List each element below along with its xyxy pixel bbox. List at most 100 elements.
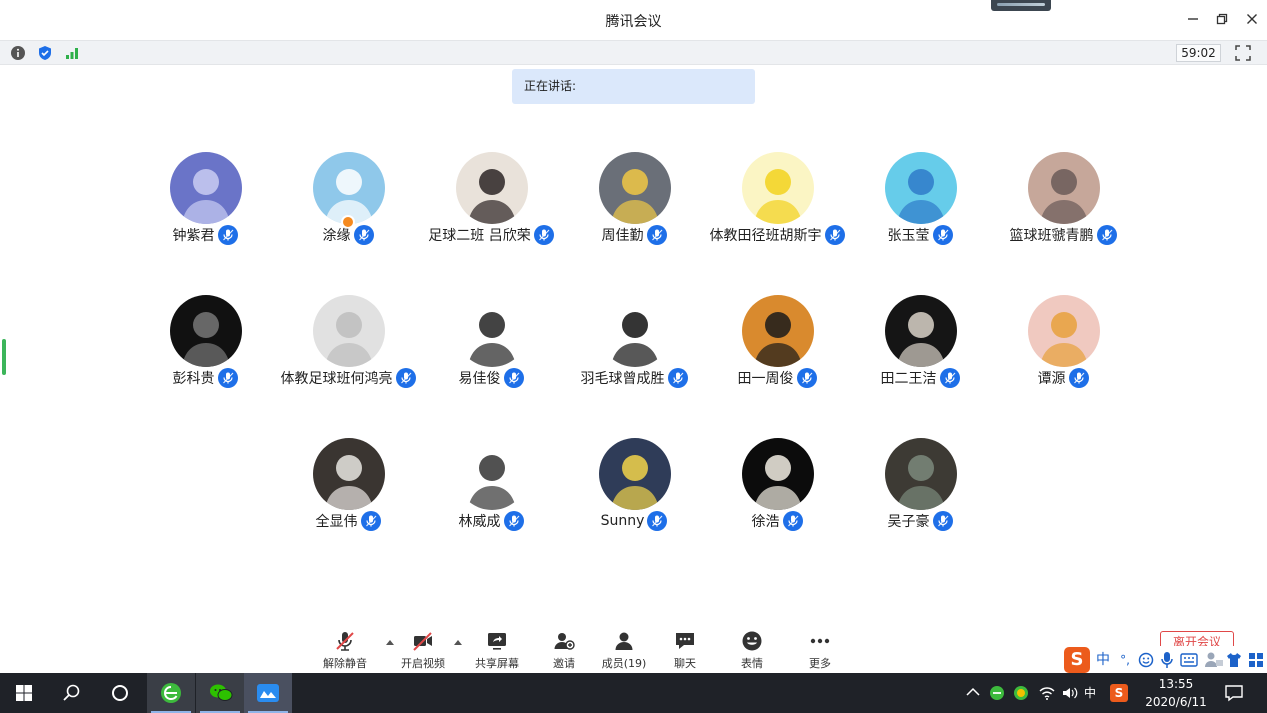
- participant-name-row: 篮球班虢青鹏: [988, 225, 1138, 245]
- participant-tile[interactable]: 篮球班虢青鹏: [988, 152, 1138, 252]
- ime-user-icon[interactable]: [1204, 651, 1224, 669]
- mic-status-icon: [353, 225, 374, 245]
- participant-tile[interactable]: 体教足球班何鸿亮: [273, 295, 423, 395]
- invite-label: 邀请: [553, 657, 575, 670]
- participant-tile[interactable]: 林威成: [416, 438, 566, 538]
- participant-tile[interactable]: 徐浩: [702, 438, 852, 538]
- start-video-label: 开启视频: [401, 657, 445, 670]
- mic-status-icon: [395, 368, 416, 388]
- tray-expand-chevron-icon[interactable]: [966, 687, 980, 697]
- side-panel-handle[interactable]: [2, 339, 6, 375]
- participant-tile[interactable]: 足球二班 吕欣荣: [416, 152, 566, 252]
- ime-toolbar: S 中 °,: [1062, 646, 1267, 674]
- participant-name: 涂缘: [322, 228, 351, 244]
- avatar: [599, 438, 671, 510]
- chat-button[interactable]: 聊天: [655, 625, 715, 673]
- avatar: [742, 152, 814, 224]
- participant-tile[interactable]: 张玉莹: [845, 152, 995, 252]
- title-bar: 腾讯会议: [0, 0, 1267, 40]
- wifi-icon[interactable]: [1038, 685, 1056, 701]
- fullscreen-icon[interactable]: [1235, 45, 1251, 61]
- avatar: [885, 295, 957, 367]
- participant-name-row: Sunny: [559, 511, 709, 531]
- participant-name-row: 吴子豪: [845, 511, 995, 531]
- windows-logo-icon: [16, 685, 32, 701]
- mic-status-icon: [939, 368, 960, 388]
- emoji-button[interactable]: 表情: [722, 625, 782, 673]
- participant-tile[interactable]: 田一周俊: [702, 295, 852, 395]
- volume-icon[interactable]: [1061, 685, 1079, 701]
- participant-tile[interactable]: 羽毛球曾成胜: [559, 295, 709, 395]
- tray-browser-icon[interactable]: [989, 685, 1005, 701]
- participant-tile[interactable]: 田二王洁: [845, 295, 995, 395]
- chat-bubble-icon: [676, 633, 694, 649]
- participant-tile[interactable]: 钟紫君: [130, 152, 280, 252]
- taskbar-app-tencent-meeting[interactable]: [244, 673, 292, 713]
- participant-tile[interactable]: 周佳勤: [559, 152, 709, 252]
- avatar: [456, 152, 528, 224]
- action-center-icon[interactable]: [1224, 683, 1244, 703]
- tray-sogou-icon[interactable]: S: [1110, 684, 1128, 702]
- participant-name-row: 体教田径班胡斯宇: [702, 225, 852, 245]
- search-button[interactable]: [48, 673, 96, 713]
- avatar: [599, 295, 671, 367]
- participant-tile[interactable]: 体教田径班胡斯宇: [702, 152, 852, 252]
- ime-punctuation[interactable]: °,: [1116, 650, 1134, 670]
- browser-app-icon: [161, 683, 181, 703]
- avatar: [885, 152, 957, 224]
- taskbar-app-browser[interactable]: [147, 673, 195, 713]
- participant-name-row: 体教足球班何鸿亮: [273, 368, 423, 388]
- ime-chinese-mode[interactable]: 中: [1094, 650, 1112, 670]
- restore-button[interactable]: [1210, 8, 1234, 32]
- members-button[interactable]: 成员(19): [594, 625, 654, 673]
- participant-name-row: 全显伟: [273, 511, 423, 531]
- mic-status-icon: [1068, 368, 1089, 388]
- avatar: [313, 438, 385, 510]
- participant-tile[interactable]: 全显伟: [273, 438, 423, 538]
- share-screen-button[interactable]: 共享屏幕: [467, 625, 527, 673]
- mic-status-icon: [503, 511, 524, 531]
- avatar: [313, 295, 385, 367]
- ime-voice-icon[interactable]: [1160, 651, 1174, 669]
- sogou-logo-icon[interactable]: S: [1064, 647, 1090, 673]
- video-options-chevron-icon[interactable]: [453, 638, 463, 646]
- participant-name-row: 钟紫君: [130, 225, 280, 245]
- more-button[interactable]: 更多: [790, 625, 850, 673]
- mic-status-icon: [360, 511, 381, 531]
- taskbar-app-wechat[interactable]: [196, 673, 244, 713]
- participant-name-row: 田二王洁: [845, 368, 995, 388]
- taskbar-clock[interactable]: 13:55 2020/6/11: [1140, 675, 1212, 711]
- camera-preview-tab[interactable]: [991, 0, 1051, 11]
- participant-name-row: 张玉莹: [845, 225, 995, 245]
- share-screen-label: 共享屏幕: [475, 657, 519, 670]
- participant-tile[interactable]: 涂缘: [273, 152, 423, 252]
- ime-mode-indicator[interactable]: 中: [1084, 684, 1100, 702]
- participant-tile[interactable]: 彭科贵: [130, 295, 280, 395]
- start-video-button[interactable]: 开启视频: [393, 625, 453, 673]
- cortana-button[interactable]: [96, 673, 144, 713]
- close-button[interactable]: [1240, 8, 1264, 32]
- emoji-label: 表情: [741, 657, 763, 670]
- participant-name: 羽毛球曾成胜: [580, 371, 665, 387]
- ime-emoji-icon[interactable]: [1138, 652, 1154, 668]
- minimize-icon: [1188, 18, 1198, 20]
- participant-tile[interactable]: 谭源: [988, 295, 1138, 395]
- participant-name-row: 易佳俊: [416, 368, 566, 388]
- unmute-button[interactable]: 解除静音: [315, 625, 375, 673]
- participant-tile[interactable]: Sunny: [559, 438, 709, 538]
- shield-icon[interactable]: [37, 45, 53, 61]
- tray-security-icon[interactable]: [1013, 685, 1029, 701]
- ime-toolbox-icon[interactable]: [1248, 652, 1264, 668]
- participant-tile[interactable]: 易佳俊: [416, 295, 566, 395]
- ime-keyboard-icon[interactable]: [1180, 653, 1198, 667]
- start-button[interactable]: [0, 673, 48, 713]
- minimize-button[interactable]: [1181, 8, 1205, 32]
- network-signal-icon[interactable]: [64, 45, 80, 61]
- avatar: [742, 438, 814, 510]
- ime-skin-icon[interactable]: [1226, 652, 1242, 668]
- info-icon[interactable]: [10, 45, 26, 61]
- participant-name-row: 谭源: [988, 368, 1138, 388]
- participant-tile[interactable]: 吴子豪: [845, 438, 995, 538]
- close-icon: [1247, 14, 1257, 24]
- invite-button[interactable]: 邀请: [534, 625, 594, 673]
